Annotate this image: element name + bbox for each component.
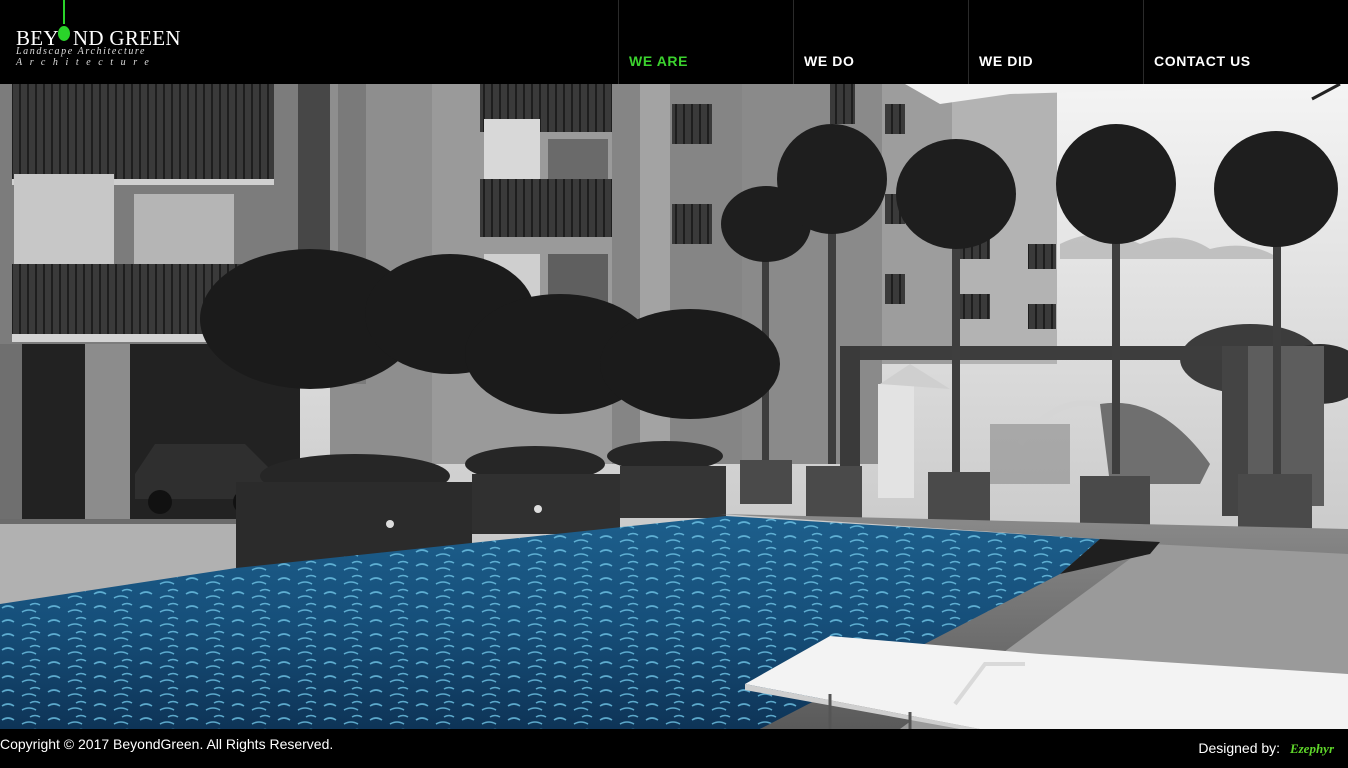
logo-subtitle: Landscape Architecture bbox=[16, 46, 147, 57]
nav-we-did[interactable]: WE DID bbox=[968, 0, 1143, 84]
hero-image bbox=[0, 84, 1348, 729]
nav-we-do-label: WE DO bbox=[804, 53, 855, 69]
nav-contact-us[interactable]: CONTACT US bbox=[1143, 0, 1318, 84]
nav-we-are[interactable]: WE ARE bbox=[618, 0, 793, 84]
designer-credit: Designed by: Ezephyr bbox=[1198, 740, 1334, 757]
copyright-text: Copyright © 2017 BeyondGreen. All Rights… bbox=[0, 736, 334, 752]
main-nav: WE ARE WE DO WE DID CONTACT US bbox=[618, 0, 1318, 84]
designer-link[interactable]: Ezephyr bbox=[1290, 741, 1334, 756]
nav-we-do[interactable]: WE DO bbox=[793, 0, 968, 84]
nav-we-are-label: WE ARE bbox=[629, 53, 689, 69]
nav-we-did-label: WE DID bbox=[979, 53, 1034, 69]
hero-scene-illustration bbox=[0, 84, 1348, 729]
site-footer: Copyright © 2017 BeyondGreen. All Rights… bbox=[0, 729, 1348, 768]
logo-subtitle-2: Architecture bbox=[16, 57, 157, 68]
logo[interactable]: BEY ND GREEN Landscape Architecture Archi… bbox=[14, 0, 189, 84]
logo-stem-mark bbox=[63, 0, 65, 24]
nav-contact-us-label: CONTACT US bbox=[1154, 53, 1251, 69]
designed-by-label: Designed by: bbox=[1198, 740, 1281, 756]
site-header: BEY ND GREEN Landscape Architecture Archi… bbox=[0, 0, 1348, 84]
